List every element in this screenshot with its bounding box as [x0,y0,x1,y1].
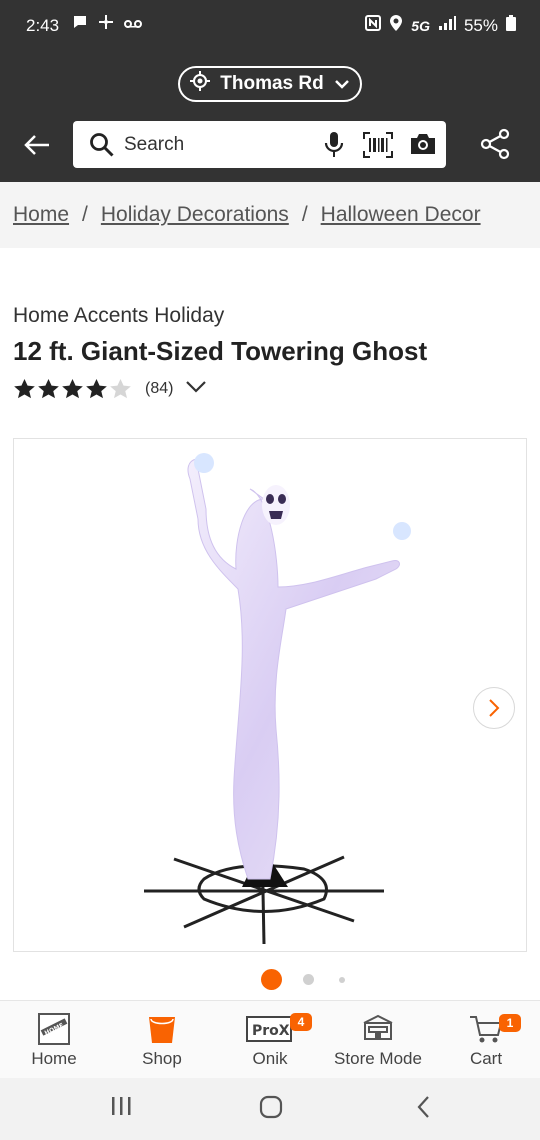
tab-onik-label: Onik [252,1049,288,1068]
store-selector[interactable]: Thomas Rd [178,66,362,102]
back-arrow-icon [24,135,49,155]
store-name: Thomas Rd [220,73,324,94]
home-circle-icon [259,1095,283,1119]
tab-store-mode-label: Store Mode [334,1049,422,1068]
nfc-icon [365,15,382,36]
home-depot-logo-icon: HOME [38,1013,70,1050]
breadcrumb-separator: / [82,203,88,226]
tab-cart[interactable]: 1 Cart [432,1001,540,1079]
back-nav-button[interactable] [414,1094,434,1125]
search-placeholder: Search [124,134,185,155]
bottom-tab-bar: HOME Home Shop ProX 4 Onik Store Mode 1 … [0,1000,540,1078]
app-header: Thomas Rd Search [0,56,540,182]
breadcrumb-separator: / [301,203,308,226]
star-filled-icon [14,378,35,399]
barcode-scan-icon[interactable] [363,132,393,163]
chevron-down-icon[interactable] [185,380,207,399]
product-rating[interactable]: (84) [13,378,207,400]
carousel-dot-active[interactable] [261,969,282,990]
status-time: 2:43 [26,16,60,35]
chevron-down-icon [334,73,350,95]
breadcrumb: Home / Holiday Decorations / Halloween D… [0,182,540,248]
star-empty-icon [110,378,131,399]
microphone-icon[interactable] [323,131,345,164]
search-input[interactable]: Search [73,121,446,168]
voicemail-icon [124,15,142,35]
carousel-dot[interactable] [339,977,345,983]
breadcrumb-home[interactable]: Home [13,203,69,227]
onik-badge: 4 [290,1013,312,1031]
recent-apps-icon [112,1097,131,1115]
tab-store-mode[interactable]: Store Mode [324,1001,432,1079]
product-title: 12 ft. Giant-Sized Towering Ghost [13,336,428,366]
battery-level: 55% [463,15,498,35]
recent-apps-button[interactable] [110,1094,132,1123]
camera-icon[interactable] [409,132,437,161]
carousel-next-button[interactable] [473,687,515,729]
tab-home[interactable]: HOME Home [0,1001,108,1079]
pro-x-icon-text: ProX [252,1023,290,1039]
battery-icon [506,15,516,36]
home-button[interactable] [258,1094,284,1125]
breadcrumb-holiday-decorations[interactable]: Holiday Decorations [101,203,289,227]
tab-cart-label: Cart [469,1049,503,1068]
status-bar: 2:43 5G 55% [0,0,540,56]
network-type: 5G [411,17,430,34]
breadcrumb-halloween-decor[interactable]: Halloween Decor [321,203,481,227]
product-image-carousel[interactable] [13,438,527,952]
chevron-right-icon [489,699,500,717]
search-icon [89,132,115,163]
product-image [144,453,411,945]
bucket-icon [147,1013,177,1050]
carousel-indicator [0,968,540,992]
share-button[interactable] [480,128,510,165]
tab-shop[interactable]: Shop [108,1001,216,1079]
tab-shop-label: Shop [142,1049,182,1068]
back-chevron-icon [417,1096,429,1118]
star-filled-icon [86,378,107,399]
signal-icon [438,15,456,36]
back-button[interactable] [22,130,54,162]
pro-x-icon: ProX [246,1013,294,1048]
carousel-dot[interactable] [303,974,314,985]
star-filled-icon [38,378,59,399]
product-brand[interactable]: Home Accents Holiday [13,304,224,328]
rating-stars [13,378,133,400]
location-target-icon [190,71,211,97]
cart-badge: 1 [499,1014,521,1032]
store-icon [361,1013,395,1048]
tab-onik[interactable]: ProX 4 Onik [216,1001,324,1079]
location-icon [389,14,403,37]
share-icon [480,128,510,160]
yelp-icon [98,14,114,35]
star-filled-icon [62,378,83,399]
system-navigation-bar [0,1078,540,1140]
message-icon [72,14,88,35]
tab-home-label: Home [31,1049,77,1068]
cart-icon [469,1013,503,1050]
review-count: (84) [145,380,174,397]
